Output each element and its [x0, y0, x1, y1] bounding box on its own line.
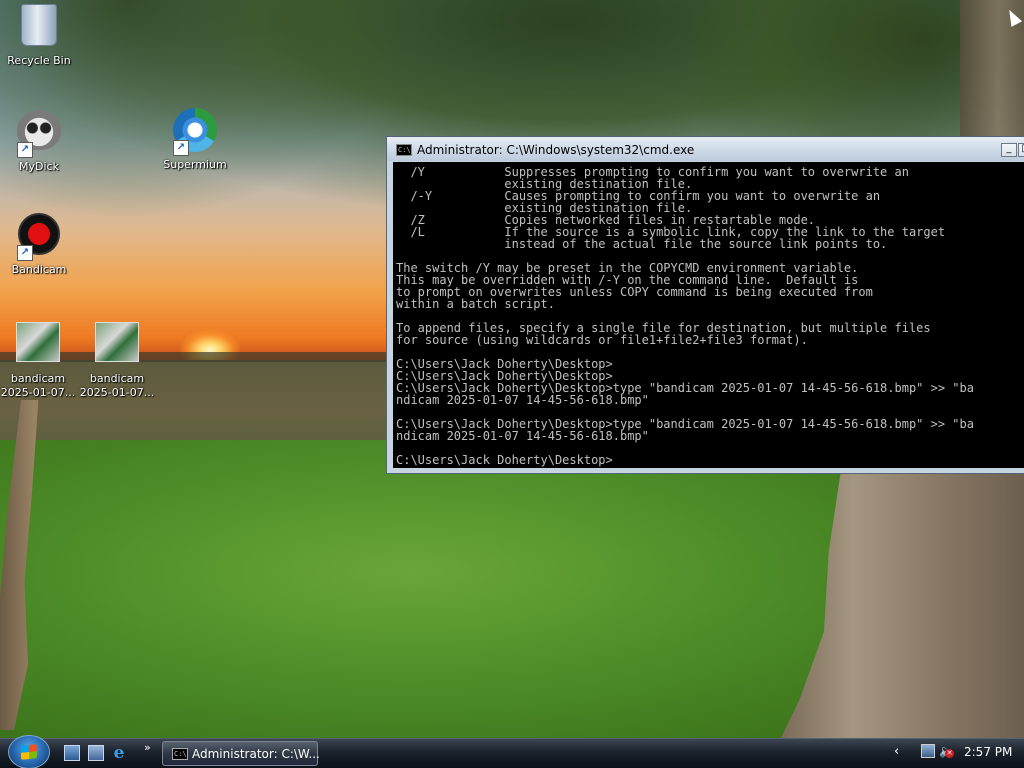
maximize-button[interactable]: □	[1018, 143, 1024, 157]
desktop-icon-sublabel: 2025-01-07...	[79, 386, 155, 399]
desktop-icon-bandicam-file-1[interactable]: bandicam 2025-01-07...	[0, 320, 76, 400]
desktop-icon-supermium[interactable]: ↗ Supermium	[157, 108, 233, 172]
cmd-window-title: Administrator: C:\Windows\system32\cmd.e…	[417, 143, 695, 157]
quick-launch-more-icon[interactable]: »	[144, 741, 156, 757]
desktop-icon-mydick[interactable]: ↗ MyDick	[1, 108, 77, 174]
raccoon-icon: ↗	[15, 110, 63, 158]
cmd-window[interactable]: C:\ Administrator: C:\Windows\system32\c…	[386, 136, 1024, 474]
bandicam-record-icon: ↗	[15, 213, 63, 261]
desktop-icon-label: bandicam	[89, 372, 145, 385]
switch-windows-icon[interactable]	[88, 745, 104, 761]
windows-logo-icon	[21, 744, 37, 760]
start-button[interactable]	[8, 735, 50, 768]
console-line: C:\Users\Jack Doherty\Desktop>	[396, 453, 613, 467]
desktop-icon-bandicam-file-2[interactable]: bandicam 2025-01-07...	[79, 320, 155, 400]
image-thumbnail-icon	[14, 322, 62, 370]
show-desktop-icon[interactable]	[64, 745, 80, 761]
image-thumbnail-icon	[93, 322, 141, 370]
cmd-console-output[interactable]: /Y Suppresses prompting to confirm you w…	[393, 162, 1024, 468]
cmd-taskbar-icon: C:\	[172, 748, 188, 760]
desktop-icon-label: bandicam	[10, 372, 66, 385]
taskbar-button-label: Administrator: C:\W...	[192, 747, 320, 761]
tray-expand-chevron-icon[interactable]: ‹	[894, 744, 899, 759]
desktop-icon-label: Supermium	[163, 158, 227, 171]
recycle-bin-icon	[15, 4, 63, 52]
taskbar-button-cmd[interactable]: C:\ Administrator: C:\W...	[162, 741, 320, 766]
console-line: ndicam 2025-01-07 14-45-56-618.bmp"	[396, 429, 649, 443]
cmd-titlebar[interactable]: C:\ Administrator: C:\Windows\system32\c…	[387, 137, 1024, 161]
taskbar-clock[interactable]: 2:57 PM	[964, 745, 1012, 759]
internet-explorer-icon[interactable]: e	[111, 745, 127, 762]
shortcut-arrow-icon: ↗	[17, 142, 33, 158]
supermium-browser-icon: ↗	[171, 108, 219, 156]
minimize-button[interactable]: _	[1001, 143, 1017, 157]
console-line: ndicam 2025-01-07 14-45-56-618.bmp"	[396, 393, 649, 407]
shortcut-arrow-icon: ↗	[173, 140, 189, 156]
volume-muted-icon[interactable]: 🔈✕	[939, 744, 954, 758]
desktop-icon-recycle-bin[interactable]: Recycle Bin	[1, 2, 77, 68]
desktop-icon-label: Recycle Bin	[7, 54, 71, 67]
desktop-icon-sublabel: 2025-01-07...	[0, 386, 76, 399]
shortcut-arrow-icon: ↗	[17, 245, 33, 261]
network-icon[interactable]	[921, 744, 935, 758]
console-line: for source (using wildcards or file1+fil…	[396, 333, 808, 347]
desktop-icon-label: MyDick	[19, 160, 59, 173]
cmd-window-icon[interactable]: C:\	[396, 144, 412, 156]
desktop-icon-bandicam[interactable]: ↗ Bandicam	[1, 213, 77, 277]
desktop-icon-label: Bandicam	[11, 263, 67, 276]
console-line: within a batch script.	[396, 297, 555, 311]
console-line: instead of the actual file the source li…	[396, 237, 888, 251]
